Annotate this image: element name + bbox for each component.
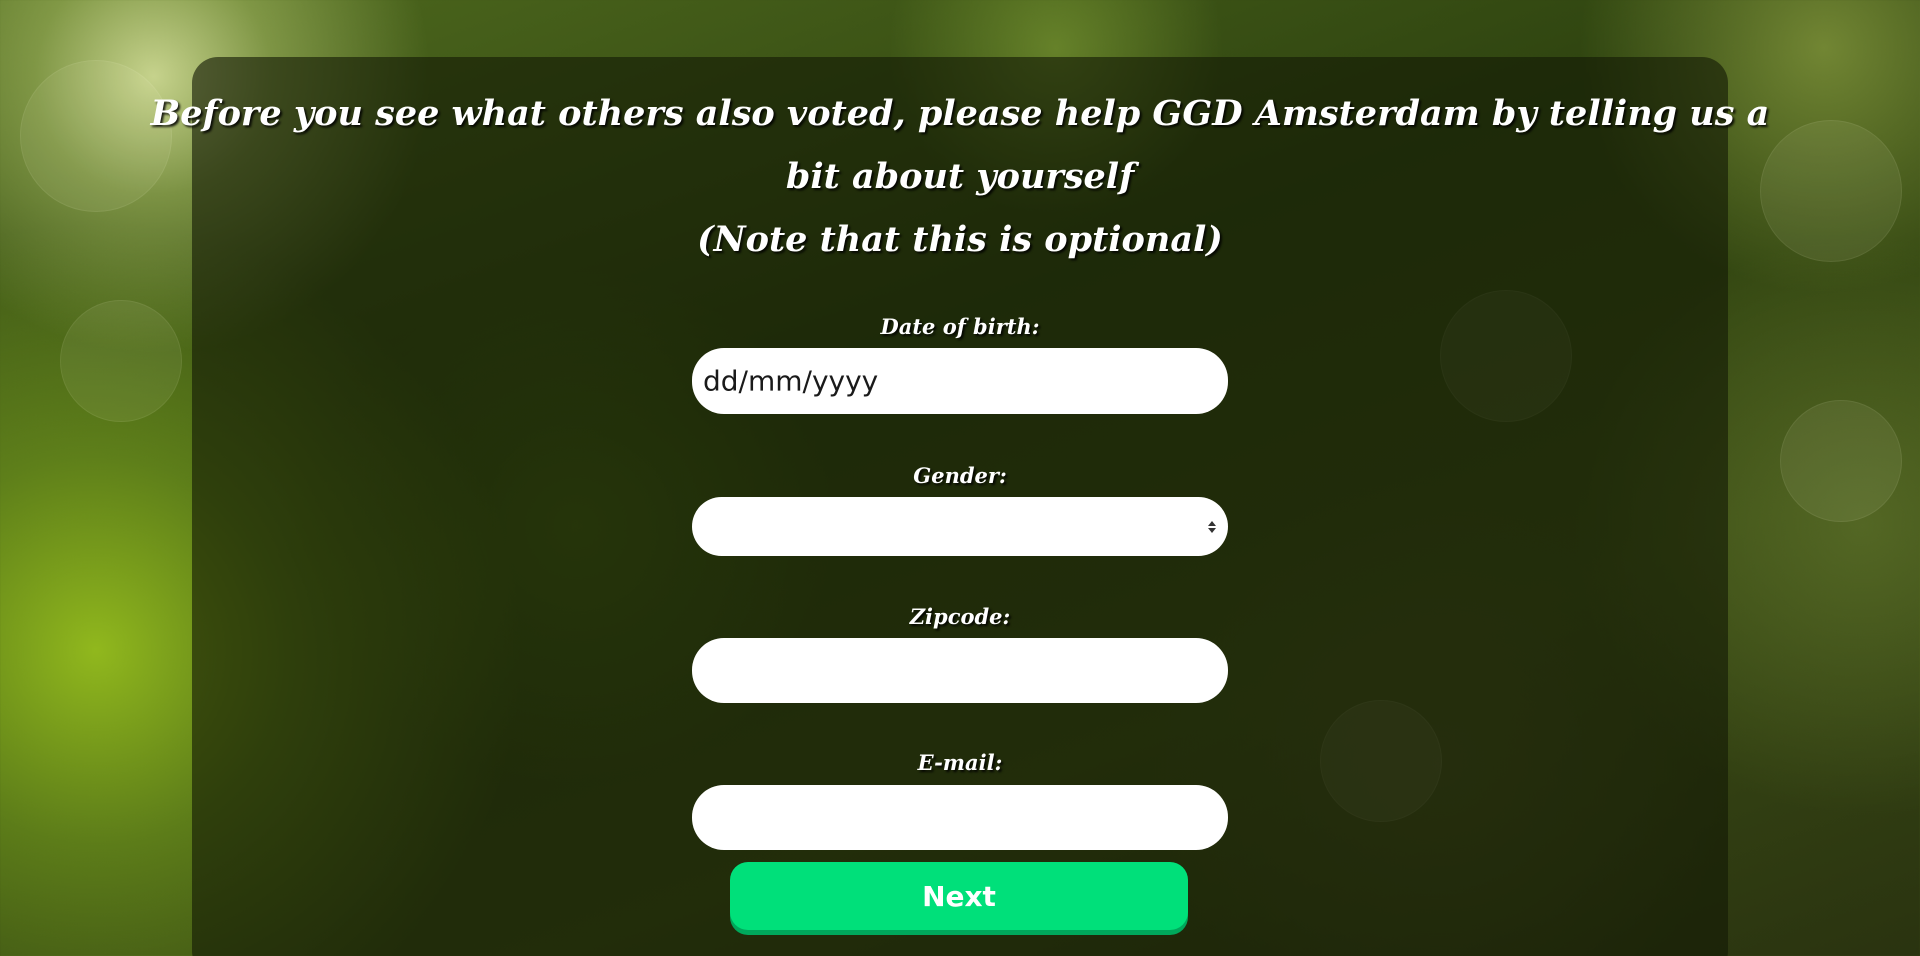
next-button[interactable]: Next [730, 862, 1188, 930]
gender-label: Gender: [913, 463, 1007, 488]
dob-label: Date of birth: [880, 314, 1040, 339]
zipcode-label: Zipcode: [909, 604, 1011, 629]
page-title: Before you see what others also voted, p… [0, 82, 1920, 271]
zipcode-input[interactable] [692, 638, 1228, 703]
page-background: { "heading": { "line1": "Before you see … [0, 0, 1920, 956]
dob-input[interactable]: dd/mm/yyyy [692, 348, 1228, 414]
email-label: E-mail: [917, 750, 1003, 775]
bokeh-circle [60, 300, 182, 422]
gender-select[interactable] [692, 497, 1228, 556]
bokeh-circle [1780, 400, 1902, 522]
title-line: Before you see what others also voted, p… [150, 93, 1770, 134]
optional-note: (Note that this is optional) [697, 219, 1223, 260]
dob-value: dd/mm/yyyy [703, 364, 879, 398]
title-line: bit about yourself [785, 156, 1135, 197]
email-input[interactable] [692, 785, 1228, 850]
select-arrows-icon [1208, 520, 1216, 533]
